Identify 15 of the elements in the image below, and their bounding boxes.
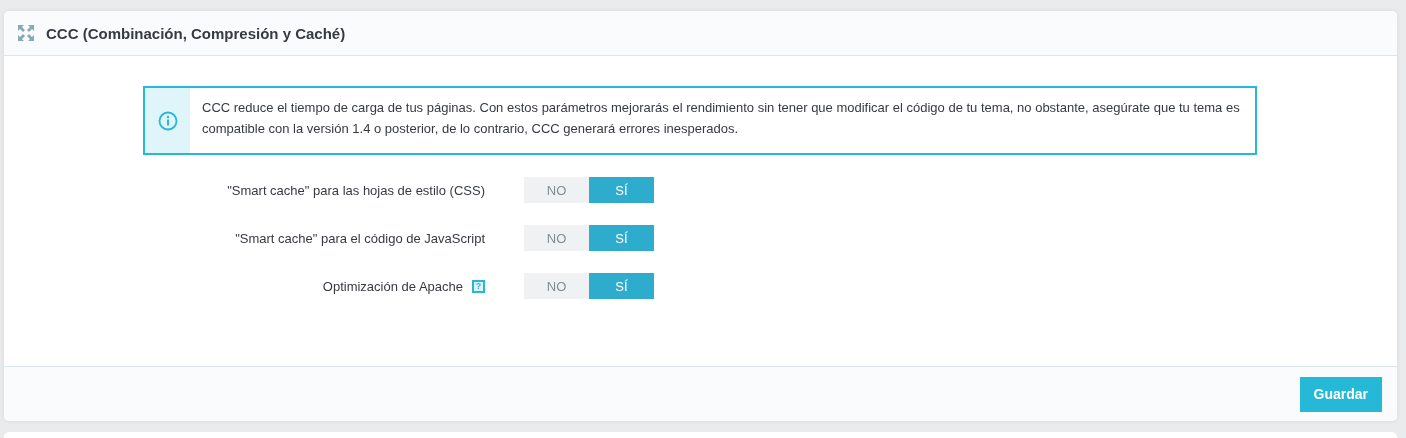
toggle-option[interactable]: SÍ	[589, 225, 654, 251]
expand-icon	[17, 24, 35, 42]
toggle-option[interactable]: NO	[524, 225, 589, 251]
panel-title: CCC (Combinación, Compresión y Caché)	[46, 24, 346, 42]
setting-label: "Smart cache" para las hojas de estilo (CSS)	[227, 182, 485, 198]
setting-label: Optimización de Apache	[322, 278, 463, 294]
setting-label: "Smart cache" para el código de JavaScript	[235, 230, 485, 246]
toggle-option[interactable]: NO	[524, 177, 589, 203]
toggle-option[interactable]: NO	[524, 273, 589, 299]
toggle-option[interactable]: SÍ	[589, 177, 654, 203]
info-icon	[157, 110, 178, 131]
toggle-option[interactable]: SÍ	[589, 273, 654, 299]
help-icon[interactable]: ?	[472, 279, 485, 293]
save-button[interactable]: Guardar	[1299, 376, 1382, 412]
alert-text: CCC reduce el tiempo de carga de tus páginas. Con estos parámetros mejorarás el rendimiento sin tener que modificar el código de tu tema, no obstante, asegúrate que tu tema es compatible con la versión 1.4 o posterior, de lo contrario, CCC generará errores inesperados.	[201, 99, 1241, 138]
